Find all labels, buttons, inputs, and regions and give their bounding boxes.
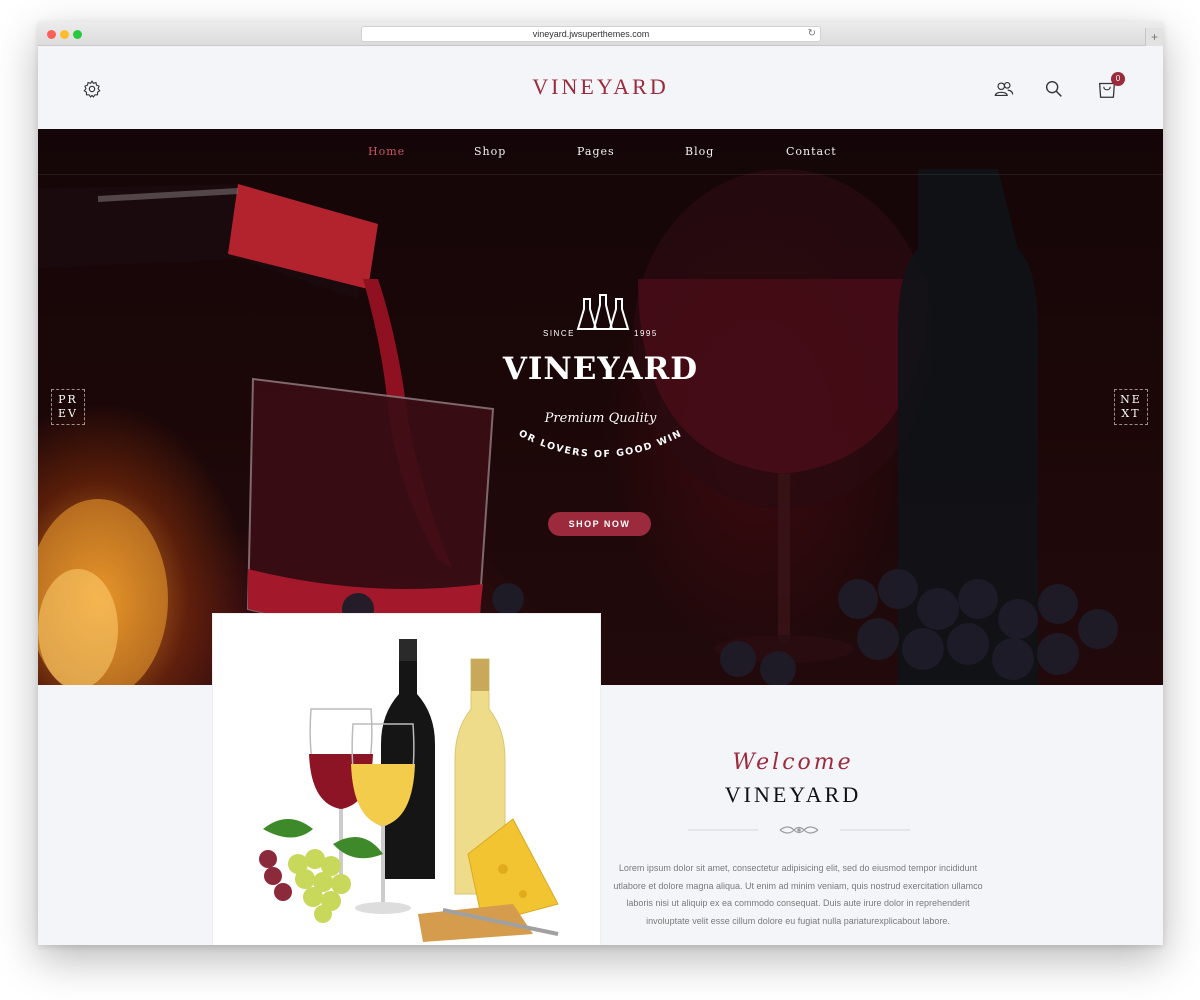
- reload-icon[interactable]: ↻: [808, 27, 816, 41]
- ornament-divider-icon: [688, 826, 910, 834]
- welcome-script-title: Welcome: [732, 750, 854, 775]
- minimize-window-button[interactable]: [60, 30, 69, 39]
- address-url: vineyard.jwsuperthemes.com: [532, 29, 650, 39]
- hero-tagline: FOR LOVERS OF GOOD WINE: [498, 417, 684, 460]
- browser-window: vineyard.jwsuperthemes.com ↻ + VINEYARD …: [38, 22, 1163, 945]
- wine-cheese-image: [213, 614, 600, 945]
- nav-item-contact[interactable]: Contact: [786, 145, 837, 158]
- nav-item-shop[interactable]: Shop: [474, 145, 506, 158]
- nav-item-pages[interactable]: Pages: [577, 145, 615, 158]
- hero-title: VINEYARD: [502, 351, 699, 387]
- slider-prev-button[interactable]: PR EV: [51, 389, 85, 425]
- nav-item-blog[interactable]: Blog: [685, 145, 714, 158]
- close-window-button[interactable]: [47, 30, 56, 39]
- bottles-crest-icon: [576, 294, 630, 330]
- hero-tagline-text: FOR LOVERS OF GOOD WINE: [498, 417, 683, 460]
- main-nav: Home Shop Pages Blog Contact: [38, 129, 1163, 175]
- slider-next-button[interactable]: NE XT: [1114, 389, 1148, 425]
- new-tab-button[interactable]: +: [1145, 28, 1163, 46]
- wine-photo: [213, 614, 600, 945]
- welcome-title: VINEYARD: [724, 782, 862, 807]
- hero-slider: Home Shop Pages Blog Contact SINCE 1995 …: [38, 129, 1163, 685]
- address-bar[interactable]: vineyard.jwsuperthemes.com ↻: [361, 26, 821, 42]
- search-icon[interactable]: [1043, 78, 1065, 100]
- zoom-window-button[interactable]: [73, 30, 82, 39]
- nav-item-home[interactable]: Home: [368, 145, 405, 158]
- hero-year-label: 1995: [634, 329, 658, 338]
- hero-since-label: SINCE: [543, 329, 575, 338]
- cart-count-badge: 0: [1111, 72, 1125, 86]
- users-icon[interactable]: [993, 78, 1015, 100]
- site-header: VINEYARD 0: [38, 46, 1163, 129]
- browser-titlebar: vineyard.jwsuperthemes.com ↻ +: [38, 22, 1163, 46]
- shop-now-button[interactable]: SHOP NOW: [548, 512, 651, 536]
- welcome-body-text: Lorem ipsum dolor sit amet, consectetur …: [613, 863, 983, 926]
- svg-text:FOR LOVERS OF GOOD WINE: FOR LOVERS OF GOOD WINE: [498, 417, 684, 460]
- hero-background-image: [38, 169, 1118, 685]
